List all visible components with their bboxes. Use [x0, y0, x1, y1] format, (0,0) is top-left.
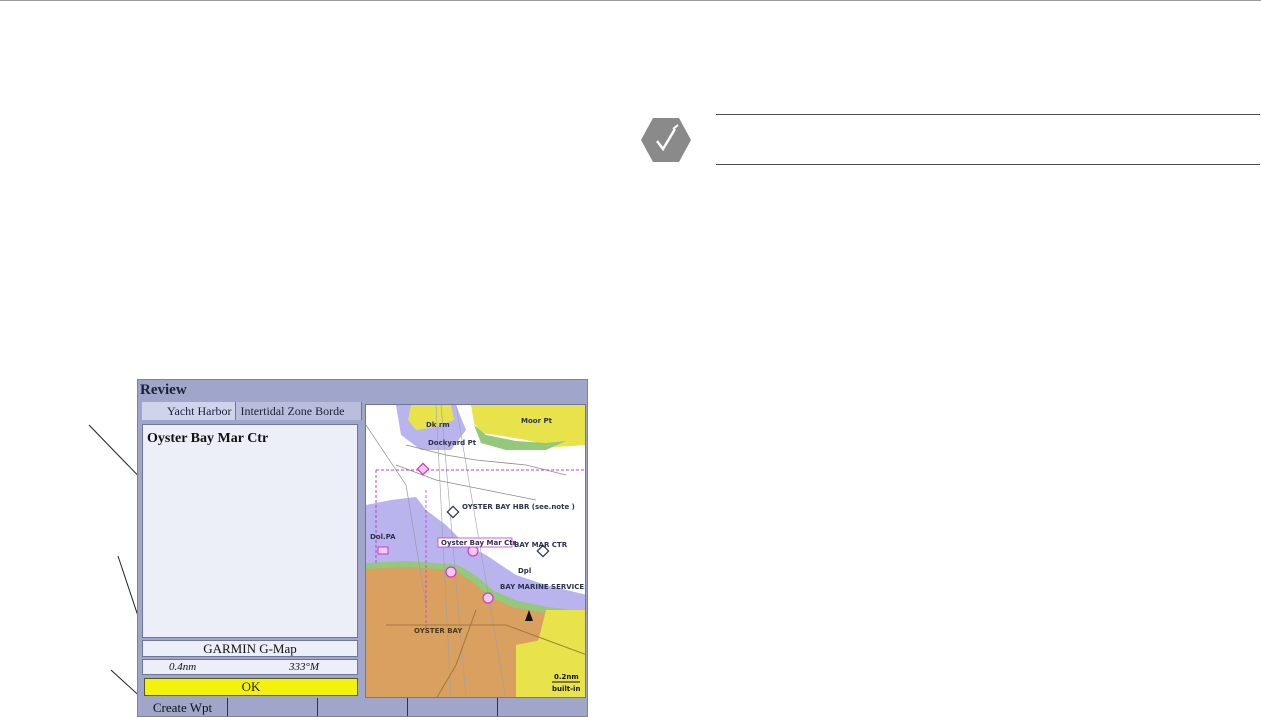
softkey-create-wpt[interactable]: Create Wpt — [138, 698, 228, 716]
map-label-bay-marine-services: BAY MARINE SERVICES — [500, 583, 586, 591]
tab-intertidal-zone[interactable]: Intertidal Zone Borde — [236, 402, 362, 420]
screen-title: Review — [140, 382, 187, 398]
distance-bearing-row: 0.4nm 333°M — [142, 659, 358, 675]
softkey-2[interactable] — [228, 698, 318, 716]
map-label-bay-mar-ctr: BAY MAR CTR — [514, 541, 568, 549]
map-label-oyster-bay: OYSTER BAY — [414, 627, 463, 635]
data-source-label: GARMIN G-Map — [142, 640, 358, 657]
category-tabs: Yacht Harbor Intertidal Zone Borde — [142, 402, 362, 420]
map-label-dpl: Dpl — [518, 567, 531, 575]
map-label-dol-pa: Dol.PA — [370, 533, 396, 541]
ok-button[interactable]: OK — [144, 678, 358, 696]
softkey-3[interactable] — [318, 698, 408, 716]
tab-yacht-harbor[interactable]: Yacht Harbor — [142, 402, 237, 420]
selected-item-name: Oyster Bay Mar Ctr — [147, 431, 269, 446]
info-panel: Oyster Bay Mar Ctr — [142, 424, 358, 638]
device-review-screen: Review Yacht Harbor Intertidal Zone Bord… — [137, 379, 588, 717]
distance-value: 0.4nm — [169, 661, 197, 673]
softkey-5[interactable] — [498, 698, 587, 716]
map-label-dockyard-pt: Dockyard Pt — [428, 439, 477, 447]
map-label-dk-rm: Dk rm — [426, 421, 450, 429]
map-view[interactable]: Dk rm Moor Pt Dockyard Pt OYSTER BAY HBR… — [365, 404, 586, 698]
map-label-oyster-bay-hbr: OYSTER BAY HBR (see.note ) — [462, 503, 575, 511]
bearing-value: 333°M — [289, 661, 320, 673]
map-scale-sub: built-in — [552, 685, 580, 693]
softkey-bar: Create Wpt — [138, 698, 587, 716]
map-scale-value: 0.2nm — [554, 673, 579, 681]
map-label-moor-pt: Moor Pt — [521, 417, 553, 425]
map-selected-tag: Oyster Bay Mar Ctr — [441, 539, 517, 547]
softkey-4[interactable] — [408, 698, 498, 716]
chart-map: Dk rm Moor Pt Dockyard Pt OYSTER BAY HBR… — [366, 405, 586, 697]
